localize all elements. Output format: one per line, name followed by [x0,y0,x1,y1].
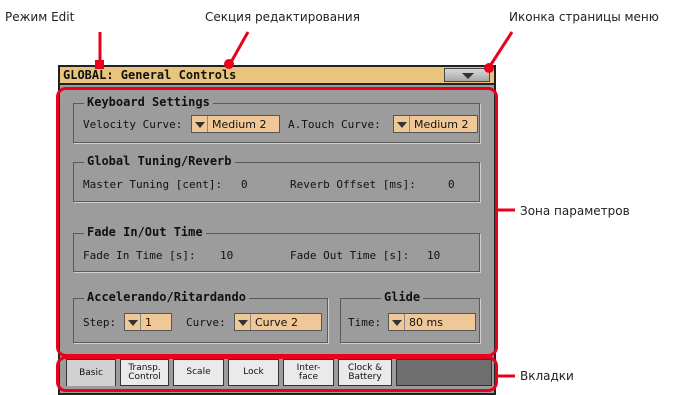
callout-edit-mode: Режим Edit [5,10,75,24]
callout-tabs: Вкладки [520,369,574,383]
callout-parameter-area: Зона параметров [520,204,630,218]
callout-edit-section: Секция редактирования [205,10,360,24]
title-bar: GLOBAL: General Controls [60,67,494,85]
tabs-highlight [56,356,498,392]
page-menu-icon [462,73,474,79]
page-menu-button[interactable] [444,68,490,82]
menu-icon-line [488,31,514,67]
edit-section-line [228,31,250,65]
callout-menu-icon: Иконка страницы меню [509,10,659,24]
page-title: GLOBAL: General Controls [63,68,237,82]
parameter-area-highlight [56,87,498,357]
